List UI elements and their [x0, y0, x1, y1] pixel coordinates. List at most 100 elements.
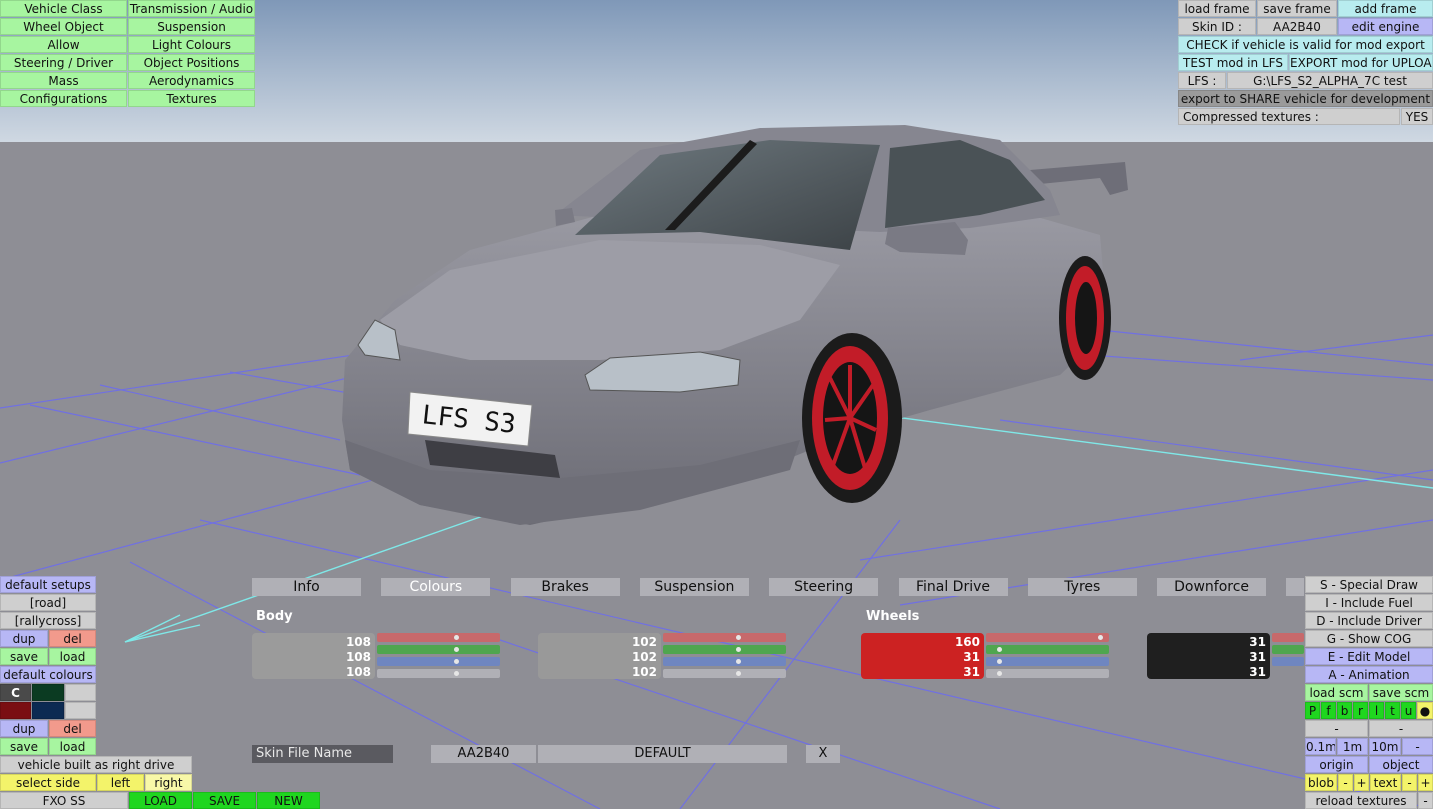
colours-save-button[interactable]: save	[0, 738, 48, 755]
slider-knob[interactable]	[736, 647, 742, 652]
text-plus-button[interactable]: +	[1418, 774, 1433, 791]
include-fuel-toggle[interactable]: I - Include Fuel	[1305, 594, 1433, 611]
menu-transmission-audio[interactable]: Transmission / Audio	[128, 0, 255, 17]
slider-knob[interactable]	[453, 659, 459, 664]
green-slider[interactable]	[663, 645, 786, 654]
origin-button[interactable]: origin	[1305, 756, 1368, 773]
step-10m-button[interactable]: 10m	[1369, 738, 1401, 755]
colour-swatch[interactable]: 102 102 102	[538, 633, 661, 679]
step-1m-button[interactable]: 1m	[1337, 738, 1368, 755]
minus-button-1[interactable]: -	[1305, 720, 1368, 737]
side-left-button[interactable]: left	[97, 774, 144, 791]
tab-suspension[interactable]: Suspension	[639, 578, 749, 596]
export-mod-button[interactable]: EXPORT mod for UPLOAD	[1289, 54, 1433, 71]
tab-colours[interactable]: Colours	[381, 578, 491, 596]
setup-road[interactable]: [road]	[0, 594, 96, 611]
slider-knob[interactable]	[453, 635, 459, 640]
blue-slider[interactable]	[377, 657, 500, 666]
menu-vehicle-class[interactable]: Vehicle Class	[0, 0, 127, 17]
side-right-button[interactable]: right	[145, 774, 192, 791]
green-slider[interactable]	[377, 645, 500, 654]
colour-swatch[interactable]: 31 31 31	[1147, 633, 1270, 679]
flag-dot-icon[interactable]: ●	[1417, 702, 1433, 719]
include-driver-toggle[interactable]: D - Include Driver	[1305, 612, 1433, 629]
menu-object-positions[interactable]: Object Positions	[128, 54, 255, 71]
tab-overflow[interactable]	[1286, 578, 1304, 596]
skin-file-id[interactable]: AA2B40	[431, 745, 536, 763]
menu-allow[interactable]: Allow	[0, 36, 127, 53]
tab-steering[interactable]: Steering	[769, 578, 879, 596]
slider-knob[interactable]	[453, 671, 459, 676]
skin-file-name[interactable]: DEFAULT	[538, 745, 787, 763]
red-slider[interactable]	[377, 633, 500, 642]
flag-b-toggle[interactable]: b	[1337, 702, 1352, 719]
setup-save-button[interactable]: save	[0, 648, 48, 665]
setup-rallycross[interactable]: [rallycross]	[0, 612, 96, 629]
add-frame-button[interactable]: add frame	[1338, 0, 1433, 17]
blob-plus-button[interactable]: +	[1354, 774, 1369, 791]
default-setups-button[interactable]: default setups	[0, 576, 96, 593]
colour-c-button[interactable]: C	[0, 684, 31, 701]
menu-configurations[interactable]: Configurations	[0, 90, 127, 107]
alpha-slider[interactable]	[986, 669, 1109, 678]
slider-knob[interactable]	[453, 647, 459, 652]
menu-textures[interactable]: Textures	[128, 90, 255, 107]
flag-P-toggle[interactable]: P	[1305, 702, 1320, 719]
menu-mass[interactable]: Mass	[0, 72, 127, 89]
slider-knob[interactable]	[736, 659, 742, 664]
slider-knob[interactable]	[1098, 635, 1104, 640]
red-slider[interactable]	[663, 633, 786, 642]
tab-brakes[interactable]: Brakes	[510, 578, 620, 596]
load-scm-button[interactable]: load scm	[1305, 684, 1368, 701]
load-button[interactable]: LOAD	[129, 792, 192, 809]
flag-l-toggle[interactable]: l	[1369, 702, 1384, 719]
partial-slider[interactable]	[1272, 657, 1304, 666]
menu-suspension[interactable]: Suspension	[128, 18, 255, 35]
green-slider[interactable]	[986, 645, 1109, 654]
flag-t-toggle[interactable]: t	[1385, 702, 1400, 719]
slider-knob[interactable]	[736, 671, 742, 676]
new-button[interactable]: NEW	[257, 792, 320, 809]
test-mod-button[interactable]: TEST mod in LFS	[1178, 54, 1288, 71]
slider-knob[interactable]	[997, 671, 1003, 676]
special-draw-toggle[interactable]: S - Special Draw	[1305, 576, 1433, 593]
menu-wheel-object[interactable]: Wheel Object	[0, 18, 127, 35]
flag-r-toggle[interactable]: r	[1353, 702, 1368, 719]
setup-dup-button[interactable]: dup	[0, 630, 48, 647]
colour-swatch-empty-2[interactable]	[65, 702, 96, 719]
colours-del-button[interactable]: del	[49, 720, 96, 737]
flag-f-toggle[interactable]: f	[1321, 702, 1336, 719]
save-button[interactable]: SAVE	[193, 792, 256, 809]
check-valid-button[interactable]: CHECK if vehicle is valid for mod export	[1178, 36, 1433, 53]
colour-swatch-navy[interactable]	[32, 702, 64, 719]
save-scm-button[interactable]: save scm	[1369, 684, 1433, 701]
tab-tyres[interactable]: Tyres	[1027, 578, 1137, 596]
object-button[interactable]: object	[1369, 756, 1433, 773]
step-minus-button[interactable]: -	[1402, 738, 1433, 755]
blue-slider[interactable]	[663, 657, 786, 666]
step-0-1m-button[interactable]: 0.1m	[1305, 738, 1336, 755]
tab-downforce[interactable]: Downforce	[1157, 578, 1267, 596]
blue-slider[interactable]	[986, 657, 1109, 666]
slider-knob[interactable]	[997, 659, 1003, 664]
colour-swatch[interactable]: 160 31 31	[861, 633, 984, 679]
setup-load-button[interactable]: load	[49, 648, 96, 665]
edit-model-button[interactable]: E - Edit Model	[1305, 648, 1433, 665]
colour-swatch-green[interactable]	[32, 684, 64, 701]
tab-info[interactable]: Info	[252, 578, 361, 596]
setup-del-button[interactable]: del	[49, 630, 96, 647]
menu-light-colours[interactable]: Light Colours	[128, 36, 255, 53]
load-frame-button[interactable]: load frame	[1178, 0, 1256, 17]
animation-button[interactable]: A - Animation	[1305, 666, 1433, 683]
reload-textures-button[interactable]: reload textures	[1305, 792, 1417, 809]
partial-slider[interactable]	[1272, 645, 1304, 654]
partial-slider[interactable]	[1272, 633, 1304, 642]
blob-minus-button[interactable]: -	[1338, 774, 1353, 791]
export-share-button[interactable]: export to SHARE vehicle for development	[1178, 90, 1433, 107]
flag-u-toggle[interactable]: u	[1401, 702, 1416, 719]
red-slider[interactable]	[986, 633, 1109, 642]
default-colours-button[interactable]: default colours	[0, 666, 96, 683]
colours-load-button[interactable]: load	[49, 738, 96, 755]
edit-engine-button[interactable]: edit engine	[1338, 18, 1433, 35]
slider-knob[interactable]	[997, 647, 1003, 652]
